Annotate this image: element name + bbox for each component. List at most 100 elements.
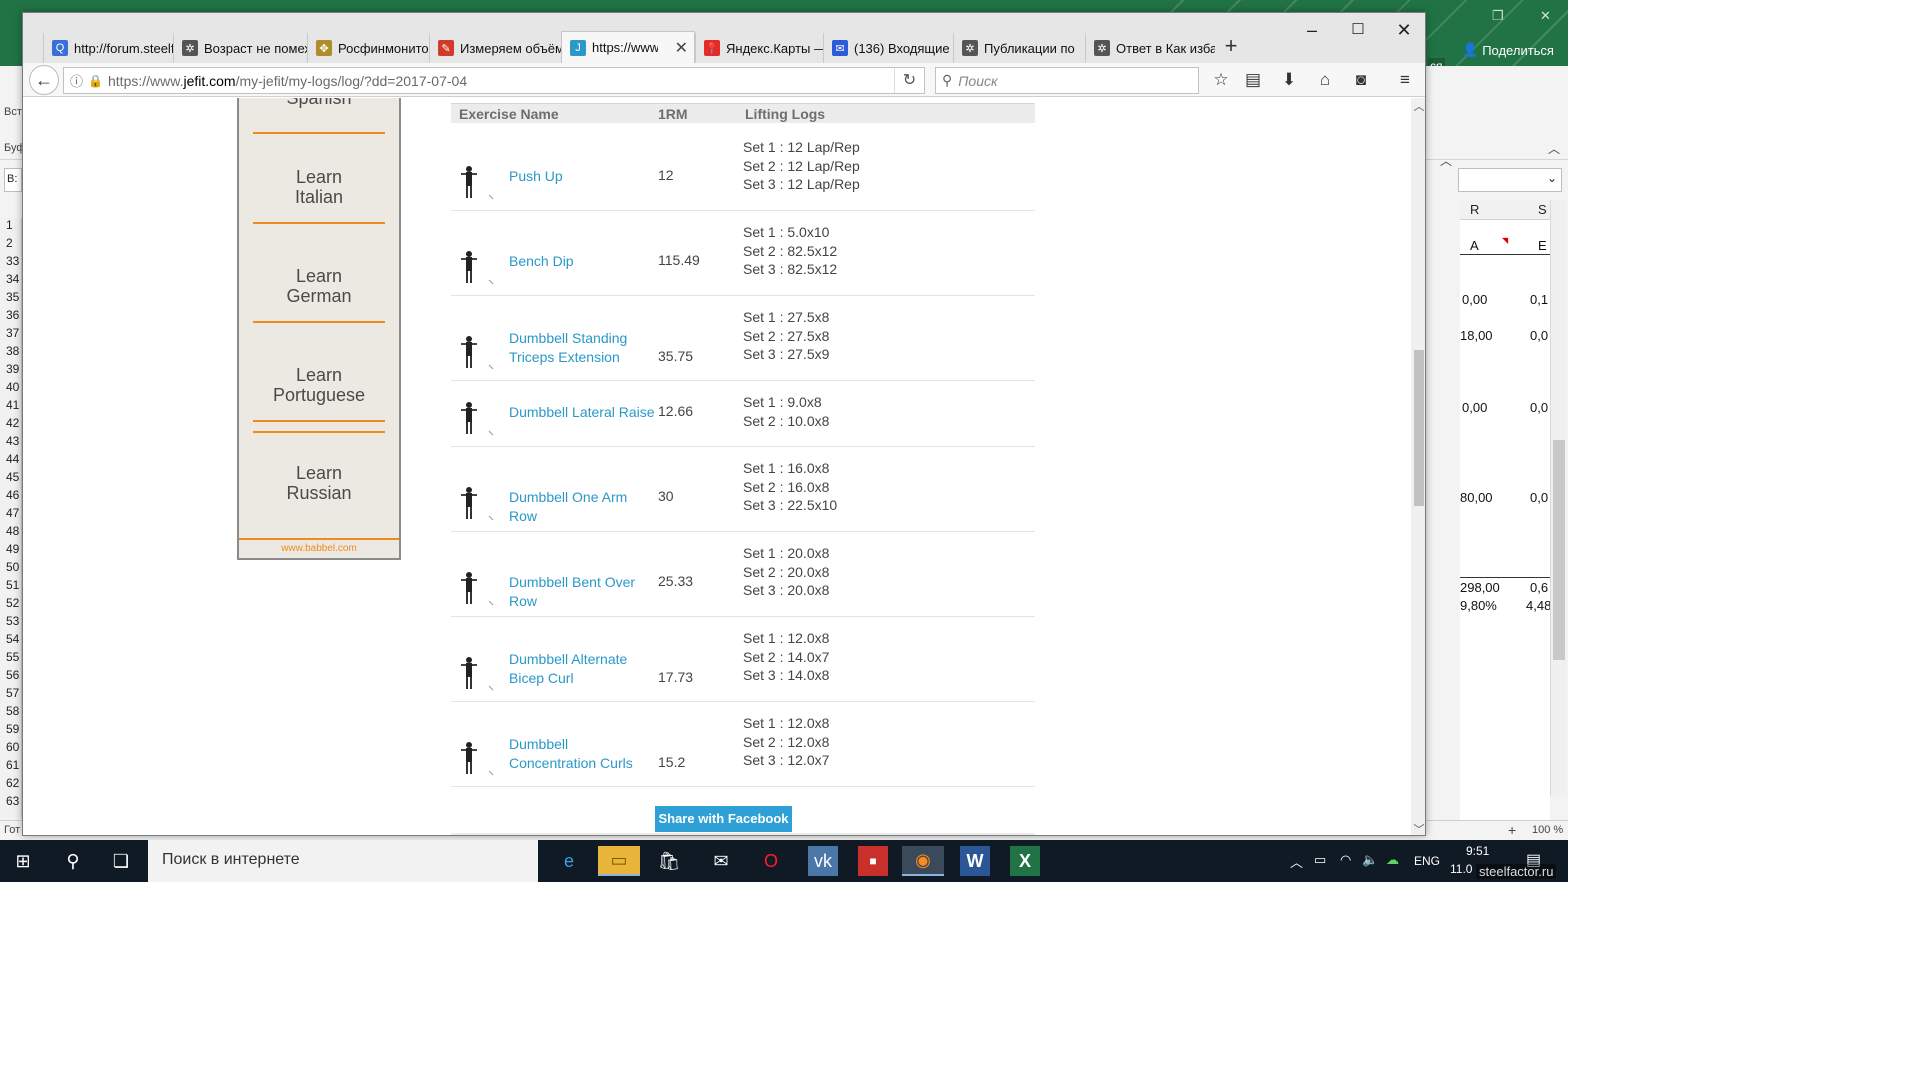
new-tab-button[interactable]: + — [1221, 33, 1241, 59]
exercise-name-link[interactable]: Dumbbell Lateral Raise — [509, 403, 659, 422]
firefox-icon[interactable]: ◉ — [902, 846, 944, 876]
zoom-level[interactable]: 100 % — [1532, 824, 1563, 836]
exercise-thumbnail[interactable] — [453, 329, 497, 371]
cell[interactable]: 0,1 — [1530, 292, 1548, 307]
row-header[interactable]: 40 — [0, 380, 21, 398]
sheet-scroll-thumb[interactable] — [1553, 440, 1565, 660]
cell[interactable]: 9,80% — [1460, 598, 1497, 613]
back-button[interactable]: ← — [29, 65, 59, 95]
excel-restore-icon[interactable]: ❐ — [1492, 8, 1504, 24]
bookmark-star-icon[interactable]: ☆ — [1209, 69, 1233, 91]
row-header[interactable]: 37 — [0, 326, 21, 344]
row-header[interactable]: 36 — [0, 308, 21, 326]
row-header[interactable]: 1 — [0, 218, 21, 236]
row-header[interactable]: 41 — [0, 398, 21, 416]
cell[interactable]: 4,48 — [1526, 598, 1551, 613]
excel-icon[interactable]: X — [1010, 846, 1040, 876]
tab-6[interactable]: ✉ (136) Входящие — [823, 33, 953, 63]
row-header[interactable]: 42 — [0, 416, 21, 434]
exercise-name-link[interactable]: Dumbbell Concentration Curls — [509, 735, 659, 773]
file-explorer-icon[interactable]: ▭ — [598, 846, 640, 876]
reload-icon[interactable]: ↻ — [894, 68, 924, 93]
download-icon[interactable]: ⬇ — [1277, 69, 1301, 91]
row-header[interactable]: 52 — [0, 596, 21, 614]
row-header[interactable]: 51 — [0, 578, 21, 596]
row-header[interactable]: 39 — [0, 362, 21, 380]
row-header[interactable]: 38 — [0, 344, 21, 362]
search-icon[interactable]: ⚲ — [52, 846, 94, 876]
exercise-name-link[interactable]: Dumbbell Standing Triceps Extension — [509, 329, 659, 367]
task-view-icon[interactable]: ❏ — [100, 846, 142, 876]
row-header[interactable]: 60 — [0, 740, 21, 758]
search-bar[interactable]: ⚲ Поиск — [935, 67, 1199, 94]
close-tab-icon[interactable]: ✕ — [675, 38, 688, 58]
ad-language-1[interactable]: Learn Italian — [253, 167, 385, 207]
exercise-name-link[interactable]: Dumbbell Alternate Bicep Curl — [509, 650, 659, 688]
ribbon-collapse-icon[interactable]: ︿ — [1440, 152, 1452, 169]
cell[interactable]: 0,00 — [1462, 292, 1487, 307]
cell[interactable]: 0,6 — [1530, 580, 1548, 595]
cell[interactable]: 0,00 — [1462, 400, 1487, 415]
share-facebook-button[interactable]: Share with Facebook — [655, 806, 792, 832]
row-header[interactable]: 35 — [0, 290, 21, 308]
row-header[interactable]: 57 — [0, 686, 21, 704]
minimize-button[interactable]: – — [1289, 17, 1335, 43]
row-header[interactable]: 48 — [0, 524, 21, 542]
edge-icon[interactable]: e — [548, 846, 590, 876]
formula-bar-dropdown[interactable]: ⌄ — [1458, 168, 1562, 192]
row-header[interactable]: 45 — [0, 470, 21, 488]
row-header[interactable]: 46 — [0, 488, 21, 506]
ad-language-4[interactable]: Learn Russian — [253, 463, 385, 503]
row-header[interactable]: 53 — [0, 614, 21, 632]
excel-close-icon[interactable]: ✕ — [1540, 8, 1551, 24]
exercise-thumbnail[interactable] — [453, 735, 497, 777]
column-header-s[interactable]: S — [1538, 202, 1547, 217]
language-indicator[interactable]: ENG — [1414, 854, 1440, 868]
tab-5[interactable]: 📍 Яндекс.Карты — поиск — [695, 33, 823, 63]
tab-7[interactable]: ✲ Публикации по — [953, 33, 1085, 63]
tab-1[interactable]: ✲ Возраст не помеха — [173, 33, 307, 63]
ad-language-0[interactable]: Spanish — [253, 98, 385, 108]
exercise-thumbnail[interactable] — [453, 159, 497, 201]
row-header[interactable]: 62 — [0, 776, 21, 794]
name-box[interactable]: B: — [4, 168, 22, 192]
clock-date[interactable]: 11.0 — [1450, 862, 1472, 876]
mail-icon[interactable]: ✉ — [700, 846, 742, 876]
page-scroll-thumb[interactable] — [1414, 350, 1424, 506]
page-vertical-scrollbar[interactable]: ︿ ﹀ — [1411, 98, 1425, 835]
wifi-icon[interactable]: ◠ — [1340, 852, 1351, 868]
row-header[interactable]: 44 — [0, 452, 21, 470]
store-icon[interactable]: 🛍 — [648, 846, 690, 876]
home-icon[interactable]: ⌂ — [1313, 69, 1337, 91]
row-header[interactable]: 59 — [0, 722, 21, 740]
ad-language-2[interactable]: Learn German — [253, 266, 385, 306]
row-header[interactable]: 33 — [0, 254, 21, 272]
ribbon-tab-insert[interactable]: Вст — [4, 106, 22, 118]
row-header[interactable]: 54 — [0, 632, 21, 650]
sheet-vertical-scrollbar[interactable] — [1550, 200, 1566, 796]
cell[interactable]: 0,0 — [1530, 490, 1548, 505]
sync-icon[interactable]: ☁ — [1386, 852, 1399, 868]
exercise-thumbnail[interactable] — [453, 650, 497, 692]
ad-footer-link[interactable]: www.babbel.com — [239, 538, 399, 558]
info-icon[interactable]: ⓘ — [70, 71, 88, 90]
url-text[interactable]: https://www.jefit.com/my-jefit/my-logs/l… — [108, 73, 467, 89]
lock-icon[interactable]: 🔒 — [88, 74, 104, 88]
exercise-name-link[interactable]: Push Up — [509, 167, 659, 186]
tab-2[interactable]: ✥ Росфинмониторинг — [307, 33, 429, 63]
tab-3[interactable]: ✎ Измеряем объём — [429, 33, 561, 63]
exercise-name-link[interactable]: Bench Dip — [509, 252, 659, 271]
cell[interactable]: 0,0 — [1530, 400, 1548, 415]
scroll-up-icon[interactable]: ︿ — [1411, 98, 1425, 114]
tray-chevron-up-icon[interactable]: ︿ — [1290, 852, 1303, 871]
ad-language-3[interactable]: Learn Portuguese — [253, 365, 385, 405]
row-header[interactable]: 58 — [0, 704, 21, 722]
sheet-grid[interactable]: A ◥ E 0,00 0,1 18,00 0,0 0,00 0,0 80,00 … — [1460, 220, 1551, 820]
row-header[interactable]: 55 — [0, 650, 21, 668]
pocket-icon[interactable]: ◙ — [1349, 69, 1373, 91]
cell[interactable]: 0,0 — [1530, 328, 1548, 343]
battery-icon[interactable]: ▭ — [1314, 852, 1326, 868]
ribbon-collapse-right-icon[interactable]: ︿ — [1548, 140, 1560, 157]
cell[interactable]: 80,00 — [1460, 490, 1493, 505]
row-header[interactable]: 61 — [0, 758, 21, 776]
